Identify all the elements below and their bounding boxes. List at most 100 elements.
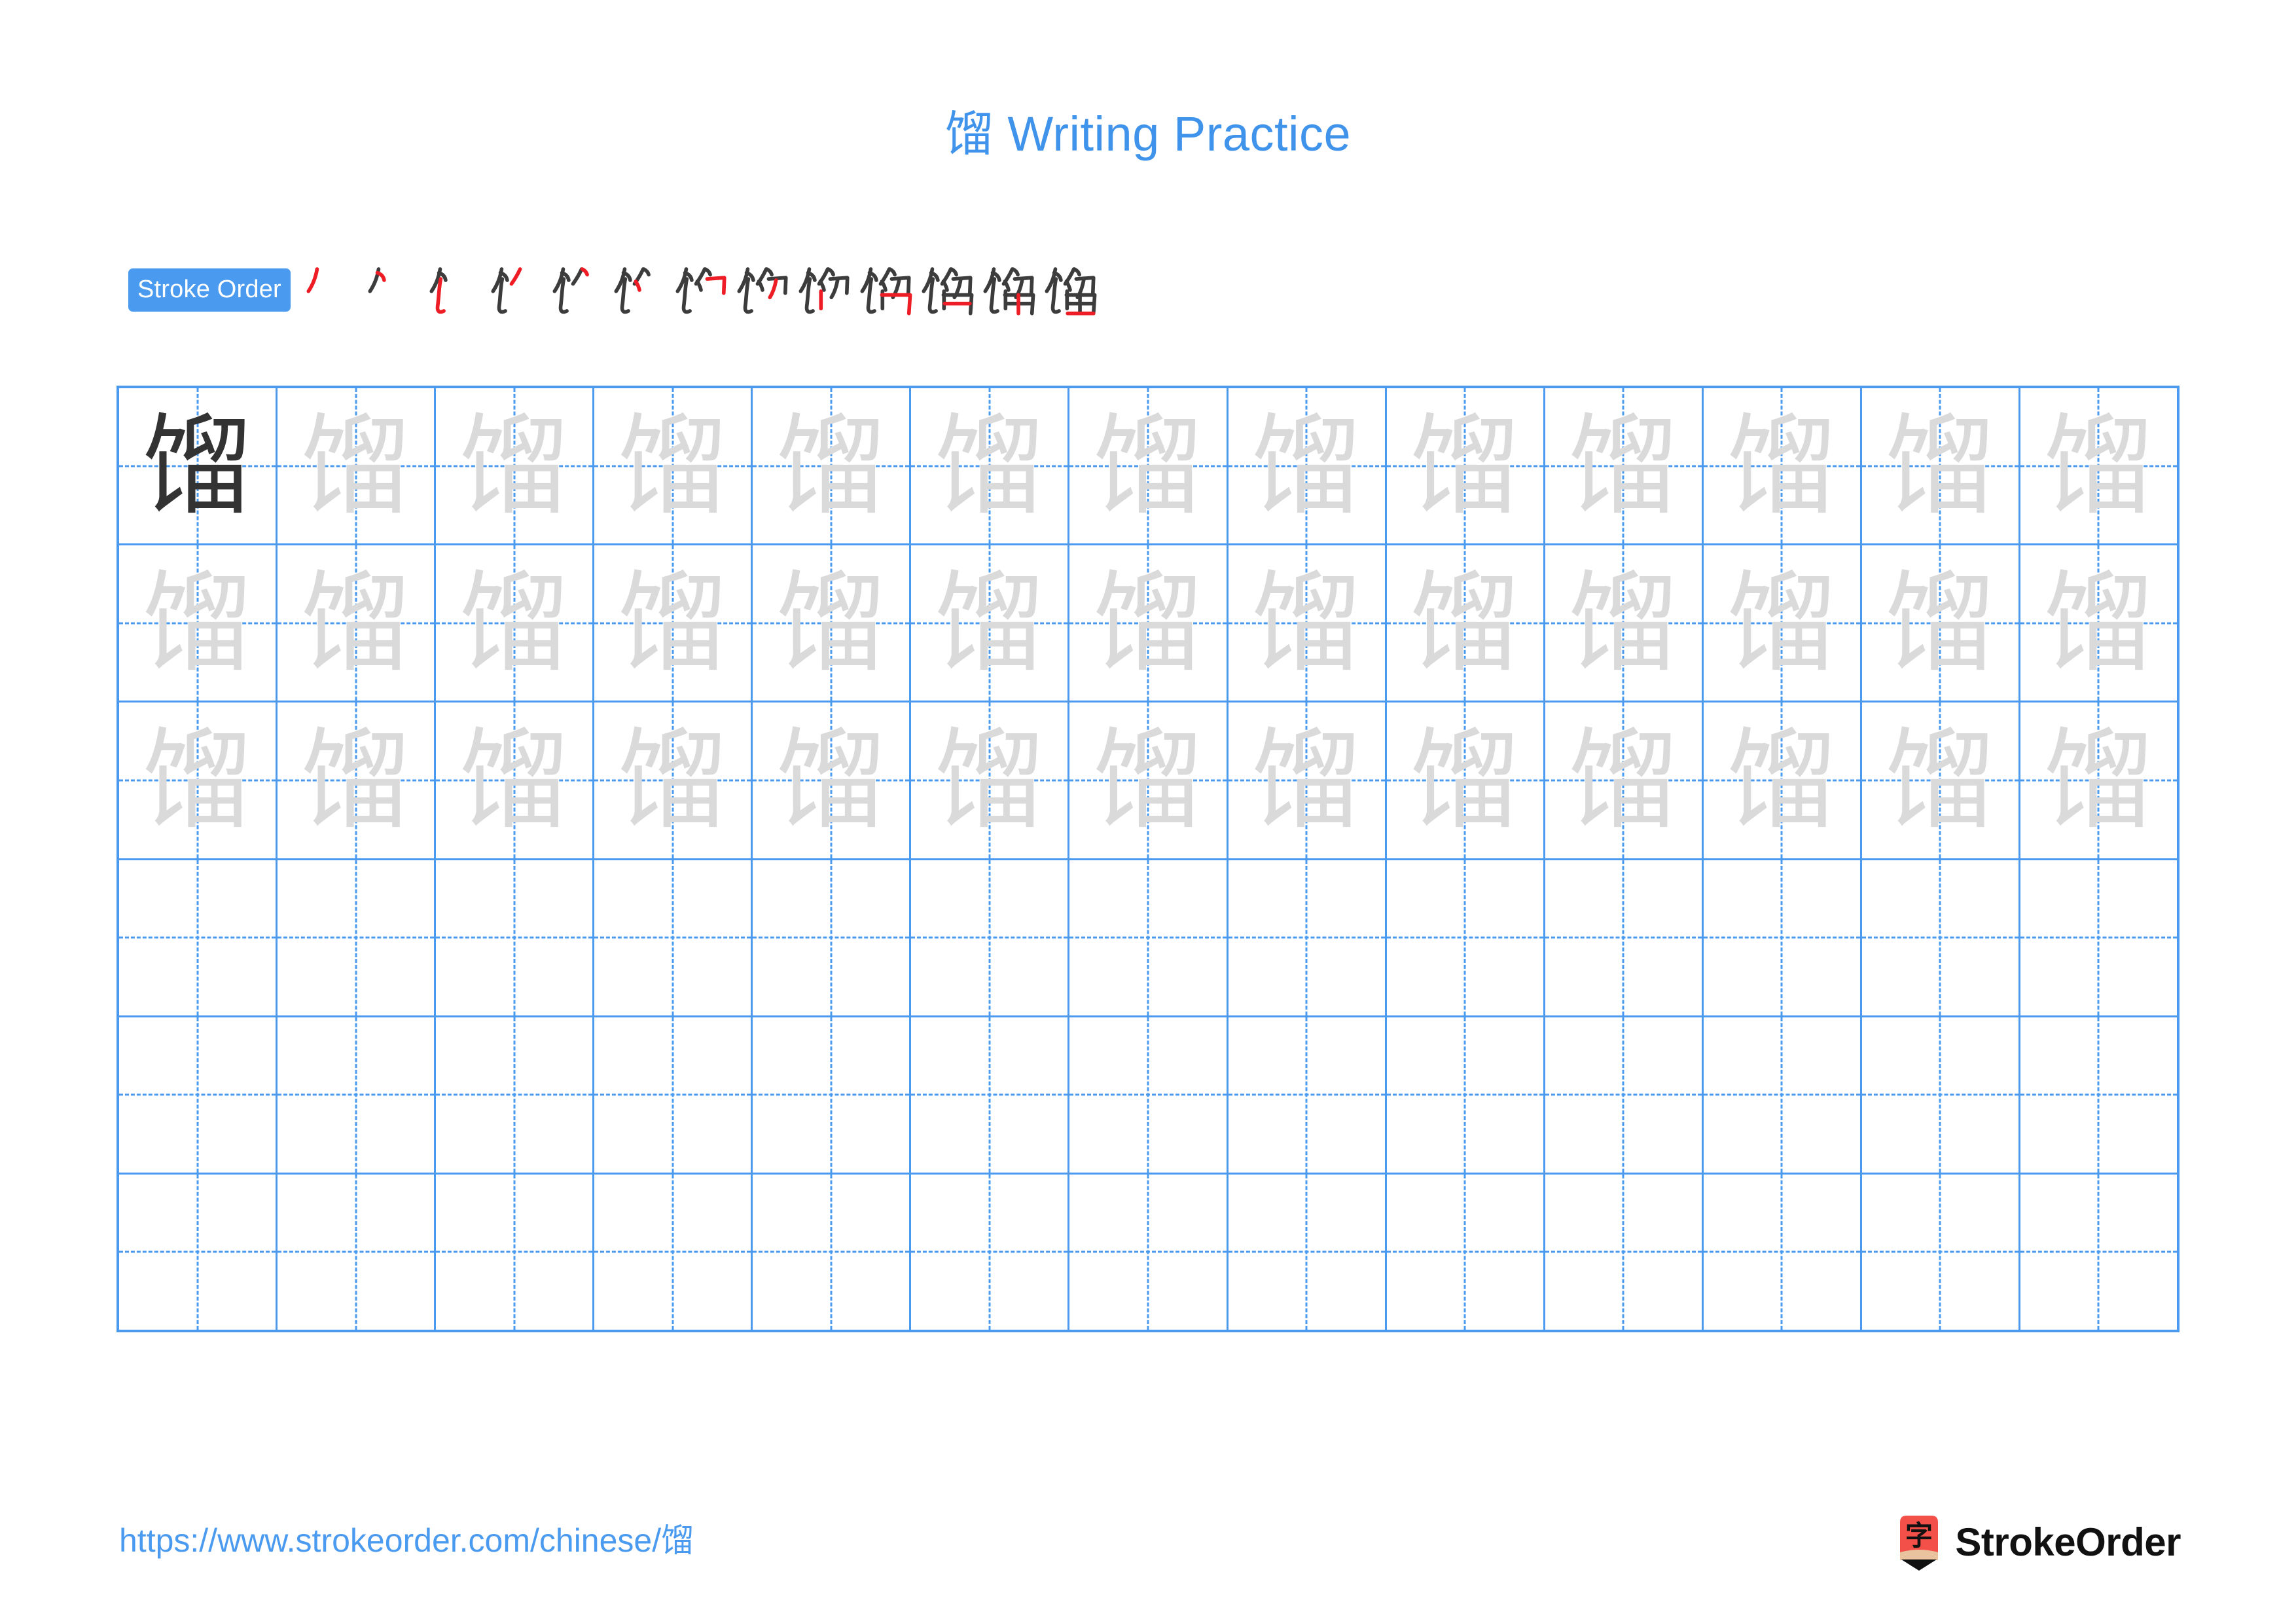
grid-cell[interactable] (436, 1017, 595, 1173)
stroke-step-9 (793, 255, 855, 325)
trace-character: 馏 (1885, 716, 1996, 845)
grid-cell[interactable] (1387, 1174, 1545, 1330)
grid-cell[interactable] (119, 1017, 278, 1173)
grid-cell[interactable] (1387, 1017, 1545, 1173)
grid-cell[interactable] (1229, 1017, 1387, 1173)
previous-stroke (826, 267, 835, 277)
grid-cell[interactable] (1862, 1174, 2020, 1330)
grid-cell[interactable]: 馏 (1069, 388, 1229, 544)
grid-cell[interactable] (119, 860, 278, 1015)
grid-cell[interactable]: 馏 (1545, 545, 1704, 701)
brand-logo[interactable]: 字 StrokeOrder (1896, 1510, 2181, 1575)
grid-cell[interactable]: 馏 (1229, 545, 1387, 701)
grid-cell[interactable]: 馏 (119, 545, 278, 701)
grid-cell[interactable]: 馏 (1862, 545, 2020, 701)
grid-cell[interactable]: 馏 (278, 545, 437, 701)
grid-cell[interactable]: 馏 (2020, 702, 2177, 858)
grid-cell[interactable] (594, 860, 753, 1015)
grid-row (119, 1174, 2177, 1330)
grid-cell[interactable]: 馏 (2020, 388, 2177, 543)
grid-cell[interactable] (753, 860, 912, 1015)
trace-character: 馏 (300, 716, 411, 845)
grid-cell[interactable]: 馏 (911, 545, 1070, 701)
stroke-step-glyph (614, 267, 651, 314)
grid-cell[interactable]: 馏 (1387, 545, 1545, 701)
grid-cell[interactable] (1545, 1017, 1704, 1173)
grid-cell[interactable] (1069, 1017, 1229, 1173)
grid-cell[interactable]: 馏 (278, 388, 437, 544)
grid-cell[interactable]: 馏 (2020, 545, 2177, 701)
grid-cell[interactable] (1069, 1174, 1229, 1330)
grid-cell[interactable]: 馏 (594, 702, 753, 858)
previous-stroke (497, 277, 507, 314)
grid-cell[interactable] (1387, 860, 1545, 1015)
grid-cell[interactable]: 馏 (1229, 388, 1387, 544)
grid-cell[interactable]: 馏 (1069, 545, 1229, 701)
trace-character: 馏 (1410, 716, 1520, 845)
grid-cell[interactable]: 馏 (1545, 388, 1704, 544)
grid-cell[interactable] (1862, 860, 2020, 1015)
grid-cell[interactable] (753, 1174, 912, 1330)
grid-cell[interactable]: 馏 (119, 388, 278, 544)
previous-stroke (764, 267, 774, 277)
grid-cell[interactable] (2020, 860, 2177, 1015)
page-title-suffix: Writing Practice (994, 107, 1352, 161)
grid-cell[interactable] (1704, 1174, 1862, 1330)
grid-cell[interactable] (753, 1017, 912, 1173)
grid-cell[interactable]: 馏 (911, 388, 1070, 544)
grid-cell[interactable]: 馏 (1704, 545, 1862, 701)
grid-cell[interactable]: 馏 (1704, 388, 1862, 544)
trace-character: 馏 (2043, 558, 2154, 687)
grid-cell[interactable]: 馏 (1229, 702, 1387, 858)
grid-cell[interactable] (1545, 860, 1704, 1015)
grid-cell[interactable]: 馏 (1387, 702, 1545, 858)
grid-cell[interactable] (278, 860, 437, 1015)
grid-cell[interactable] (119, 1174, 278, 1330)
grid-cell[interactable]: 馏 (1862, 388, 2020, 544)
grid-cell[interactable]: 馏 (1862, 702, 2020, 858)
grid-cell[interactable]: 馏 (1704, 702, 1862, 858)
trace-character: 馏 (1885, 558, 1996, 687)
pencil-logo-icon: 字 (1896, 1514, 1942, 1571)
stroke-step-6 (609, 255, 670, 325)
stroke-order-steps (301, 255, 1101, 325)
stroke-step-glyph (491, 267, 522, 314)
grid-cell[interactable] (1545, 1174, 1704, 1330)
grid-cell[interactable]: 馏 (1069, 702, 1229, 858)
grid-cell[interactable]: 馏 (753, 545, 912, 701)
grid-cell[interactable] (436, 860, 595, 1015)
grid-cell[interactable] (1229, 1174, 1387, 1330)
grid-cell[interactable]: 馏 (911, 702, 1070, 858)
grid-cell[interactable] (278, 1174, 437, 1330)
stroke-step-8 (732, 255, 793, 325)
grid-cell[interactable] (594, 1017, 753, 1173)
grid-cell[interactable]: 馏 (436, 702, 595, 858)
grid-cell[interactable]: 馏 (278, 702, 437, 858)
new-stroke (634, 280, 641, 292)
grid-cell[interactable]: 馏 (436, 545, 595, 701)
grid-cell[interactable]: 馏 (1545, 702, 1704, 858)
grid-cell[interactable]: 馏 (119, 702, 278, 858)
grid-cell[interactable] (911, 860, 1070, 1015)
model-character: 馏 (142, 401, 253, 530)
grid-cell[interactable] (436, 1174, 595, 1330)
grid-cell[interactable] (278, 1017, 437, 1173)
grid-cell[interactable]: 馏 (594, 388, 753, 544)
grid-cell[interactable]: 馏 (594, 545, 753, 701)
grid-cell[interactable] (2020, 1017, 2177, 1173)
grid-cell[interactable]: 馏 (1387, 388, 1545, 544)
grid-cell[interactable]: 馏 (753, 702, 912, 858)
grid-cell[interactable] (1069, 860, 1229, 1015)
grid-cell[interactable] (1704, 1017, 1862, 1173)
grid-cell[interactable] (1229, 860, 1387, 1015)
grid-cell[interactable] (594, 1174, 753, 1330)
grid-cell[interactable] (1704, 860, 1862, 1015)
grid-cell[interactable]: 馏 (753, 388, 912, 544)
previous-stroke (941, 280, 949, 292)
grid-cell[interactable] (2020, 1175, 2177, 1330)
grid-cell[interactable] (1862, 1017, 2020, 1173)
footer-url[interactable]: https://www.strokeorder.com/chinese/馏 (119, 1524, 694, 1557)
grid-cell[interactable] (911, 1174, 1070, 1330)
grid-cell[interactable] (911, 1017, 1070, 1173)
grid-cell[interactable]: 馏 (436, 388, 595, 544)
